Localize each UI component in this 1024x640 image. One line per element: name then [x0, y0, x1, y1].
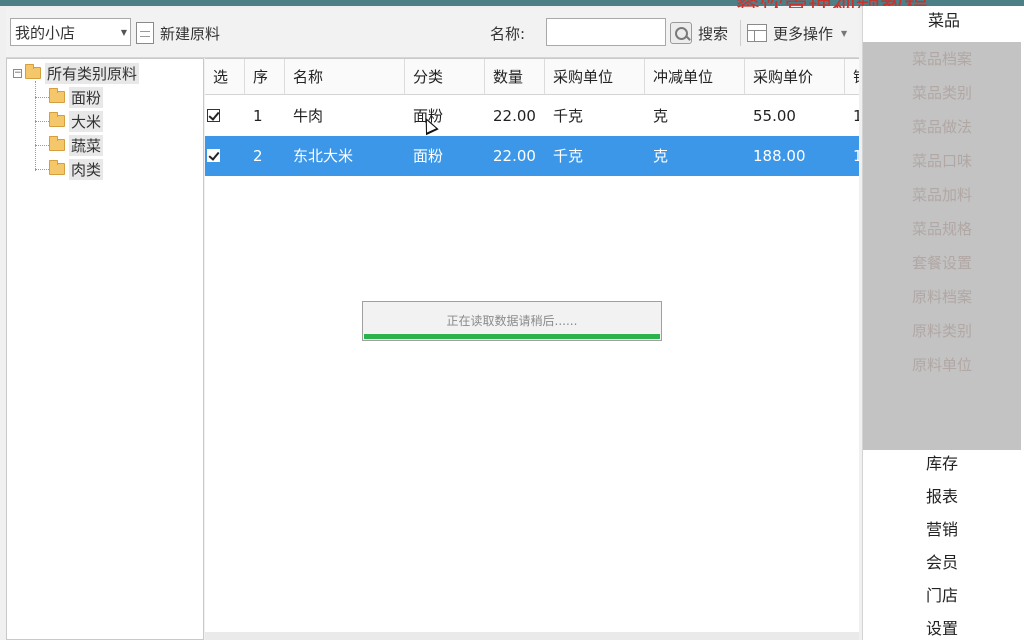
chevron-down-icon: ▼ [841, 28, 848, 38]
row-select-cell[interactable] [205, 96, 245, 136]
submenu-material-archive[interactable]: 原料档案 [863, 280, 1021, 314]
column-header-price[interactable]: 采购单价 [745, 59, 845, 95]
new-document-icon [136, 22, 154, 44]
app-window: 餐饮管理视频教程 我的小店 ▼ 新建原料 名称: 搜索 更多操作 ▼ [0, 0, 1024, 640]
nav-item-stores[interactable]: 门店 [863, 579, 1021, 612]
folder-icon [49, 160, 65, 175]
submenu-material-unit[interactable]: 原料单位 [863, 348, 1021, 382]
submenu-dish-category[interactable]: 菜品类别 [863, 76, 1021, 110]
column-header-extra[interactable]: 销 [845, 59, 859, 95]
seq-cell: 1 [253, 107, 263, 125]
toolbar: 我的小店 ▼ 新建原料 名称: 搜索 更多操作 ▼ [6, 8, 859, 58]
dropdown-arrow-icon: ▼ [120, 28, 127, 37]
submenu-set-meal[interactable]: 套餐设置 [863, 246, 1021, 280]
search-button[interactable]: 搜索 [670, 20, 728, 46]
extra-cell: 1( [845, 96, 859, 136]
name-label: 名称: [490, 25, 526, 43]
search-icon [670, 22, 692, 44]
purchase-unit-cell: 千克 [553, 147, 584, 165]
submenu-material-category[interactable]: 原料类别 [863, 314, 1021, 348]
nav-item-inventory[interactable]: 库存 [863, 447, 1021, 480]
more-actions-label: 更多操作 [773, 24, 834, 43]
tree-guide-line [35, 169, 49, 170]
tree-item[interactable]: 面粉 [49, 86, 104, 108]
nav-item-reports[interactable]: 报表 [863, 480, 1021, 513]
qty-cell: 22.00 [493, 147, 536, 165]
tree-item-label: 面粉 [69, 86, 104, 108]
nav-item-marketing[interactable]: 营销 [863, 513, 1021, 546]
submenu-dish-archive[interactable]: 菜品档案 [863, 42, 1021, 76]
loading-progress-track [364, 334, 660, 339]
tree-root-label: 所有类别原料 [45, 62, 140, 84]
tree-guide-line [35, 97, 49, 98]
folder-icon [49, 88, 65, 103]
dishes-submenu: 菜品档案 菜品类别 菜品做法 菜品口味 菜品加料 菜品规格 套餐设置 原料档案 … [863, 42, 1021, 450]
category-tree: − 所有类别原料 面粉 大米 蔬菜 肉类 [6, 58, 204, 640]
nav-item-dishes[interactable]: 菜品 [863, 6, 1024, 42]
tree-guide-line [35, 145, 49, 146]
tree-item[interactable]: 蔬菜 [49, 134, 104, 156]
grid-header: 选 序 名称 分类 数量 采购单位 冲减单位 采购单价 销 [205, 59, 859, 95]
row-checkbox[interactable] [207, 149, 220, 162]
tree-item-label: 大米 [69, 110, 104, 132]
table-row-selected[interactable]: 2 东北大米 面粉 22.00 千克 克 188.00 1 [205, 136, 859, 176]
horizontal-scrollbar[interactable] [205, 632, 859, 640]
submenu-dish-addon[interactable]: 菜品加料 [863, 178, 1021, 212]
tree-item[interactable]: 肉类 [49, 158, 104, 180]
loading-dialog: 正在读取数据请稍后...... [362, 301, 662, 341]
nav-item-settings[interactable]: 设置 [863, 612, 1021, 640]
category-cell: 面粉 [413, 147, 444, 165]
nav-item-members[interactable]: 会员 [863, 546, 1021, 579]
deduct-unit-cell: 克 [653, 147, 669, 165]
new-material-label: 新建原料 [160, 24, 221, 43]
seq-cell: 2 [253, 147, 263, 165]
row-select-cell[interactable] [205, 136, 245, 176]
price-cell: 188.00 [753, 147, 806, 165]
submenu-dish-method[interactable]: 菜品做法 [863, 110, 1021, 144]
materials-grid: 选 序 名称 分类 数量 采购单位 冲减单位 采购单价 销 1 牛肉 面粉 22… [205, 58, 859, 640]
folder-icon [25, 64, 41, 79]
deduct-unit-cell: 克 [653, 107, 669, 125]
loading-text: 正在读取数据请稍后...... [446, 314, 578, 328]
name-cell: 东北大米 [293, 147, 354, 165]
toolbar-divider [740, 20, 741, 46]
column-header-qty[interactable]: 数量 [485, 59, 545, 95]
tree-item[interactable]: 大米 [49, 110, 104, 132]
column-header-category[interactable]: 分类 [405, 59, 485, 95]
store-select-value: 我的小店 [15, 23, 76, 42]
name-cell: 牛肉 [293, 107, 324, 125]
loading-progress-fill [364, 334, 660, 339]
tree-item-label: 肉类 [69, 158, 104, 180]
column-header-name[interactable]: 名称 [285, 59, 405, 95]
submenu-dish-spec[interactable]: 菜品规格 [863, 212, 1021, 246]
price-cell: 55.00 [753, 107, 796, 125]
table-row[interactable]: 1 牛肉 面粉 22.00 千克 克 55.00 1( [205, 96, 859, 136]
folder-icon [49, 112, 65, 127]
search-label: 搜索 [698, 24, 729, 43]
purchase-unit-cell: 千克 [553, 107, 584, 125]
collapse-icon[interactable]: − [13, 68, 22, 78]
tree-guide-line [35, 81, 36, 171]
category-cell: 面粉 [413, 107, 444, 125]
column-header-select[interactable]: 选 [205, 59, 245, 95]
column-header-deduct-unit[interactable]: 冲减单位 [645, 59, 745, 95]
table-icon [747, 24, 767, 42]
tree-guide-line [35, 121, 49, 122]
tree-root[interactable]: − 所有类别原料 [13, 62, 140, 84]
name-search-input[interactable] [546, 18, 666, 46]
store-select[interactable]: 我的小店 ▼ [10, 18, 131, 46]
tree-item-label: 蔬菜 [69, 134, 104, 156]
folder-icon [49, 136, 65, 151]
extra-cell: 1 [845, 136, 859, 176]
column-header-purchase-unit[interactable]: 采购单位 [545, 59, 645, 95]
qty-cell: 22.00 [493, 107, 536, 125]
column-header-seq[interactable]: 序 [245, 59, 285, 95]
submenu-dish-flavor[interactable]: 菜品口味 [863, 144, 1021, 178]
row-checkbox[interactable] [207, 109, 220, 122]
right-navigation: 菜品 菜品档案 菜品类别 菜品做法 菜品口味 菜品加料 菜品规格 套餐设置 原料… [862, 6, 1024, 640]
more-actions-button[interactable]: 更多操作 ▼ [747, 20, 847, 46]
new-material-button[interactable]: 新建原料 [136, 20, 220, 46]
